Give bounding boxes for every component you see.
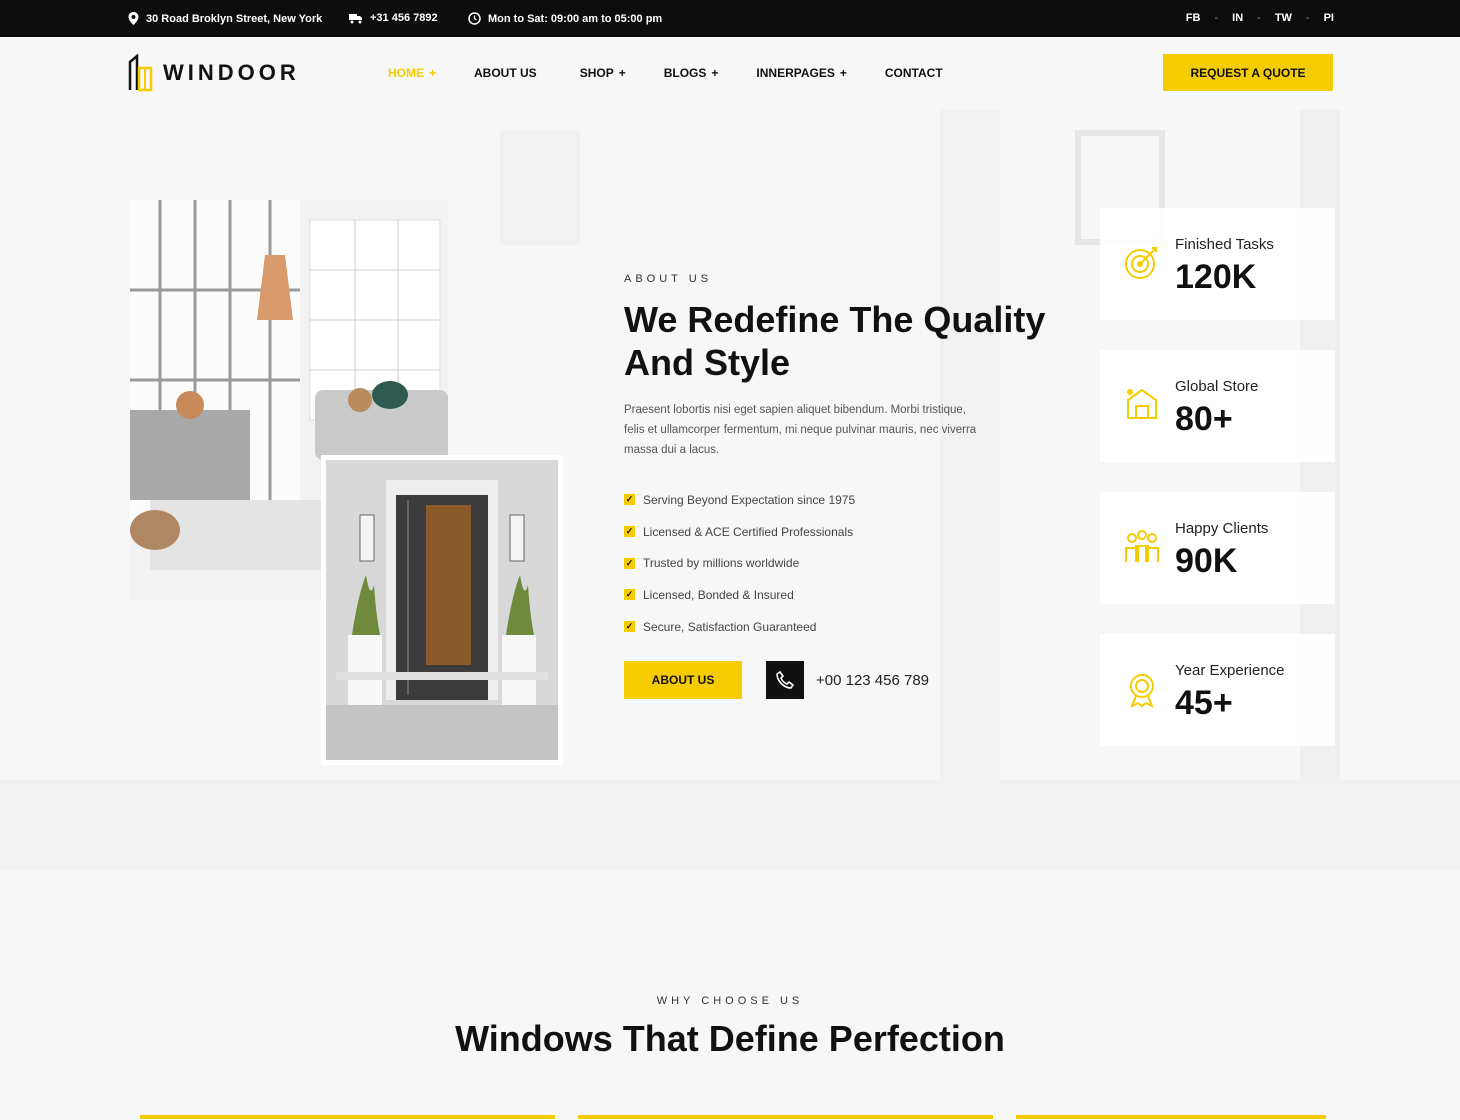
check-icon: ✓ — [624, 621, 635, 633]
check-icon: ✓ — [624, 494, 635, 506]
stat-card-global-store: Global Store 80+ — [1100, 350, 1335, 462]
stat-label: Global Store — [1175, 378, 1259, 395]
bg-decoration — [500, 130, 580, 245]
check-icon: ✓ — [624, 557, 635, 569]
main-nav: HOME + ABOUT US SHOP + BLOGS + INNERPAGES + … — [388, 66, 986, 80]
why-kicker: WHY CHOOSE US — [656, 995, 804, 1007]
social-in[interactable]: IN — [1232, 12, 1243, 24]
topbar-address-text: 30 Road Broklyn Street, New York — [146, 12, 323, 25]
nav-blogs[interactable]: BLOGS + — [664, 66, 719, 80]
site-header: WINDOOR HOME + ABOUT US SHOP + BLOGS + INNE… — [0, 37, 1460, 109]
location-pin-icon — [128, 12, 139, 25]
nav-home[interactable]: HOME + — [388, 66, 436, 80]
stat-card-finished-tasks: Finished Tasks 120K — [1100, 208, 1335, 320]
social-links: FB - IN - TW - PI — [1185, 12, 1334, 24]
phone-call-button[interactable] — [766, 661, 804, 699]
about-description: Praesent lobortis nisi eget sapien aliqu… — [624, 404, 977, 456]
topbar-hours-text: Mon to Sat: 09:00 am to 05:00 pm — [488, 12, 663, 25]
stat-value: 90K — [1175, 542, 1238, 580]
building-logo-icon — [128, 54, 153, 92]
list-item: ✓ Secure, Satisfaction Guaranteed — [624, 619, 817, 634]
nav-shop[interactable]: SHOP + — [580, 66, 626, 80]
award-icon — [1130, 674, 1154, 708]
topbar-hours: Mon to Sat: 09:00 am to 05:00 pm — [468, 12, 662, 25]
feature-card — [1016, 1115, 1326, 1120]
target-icon — [1125, 247, 1157, 279]
truck-icon — [349, 13, 362, 23]
stat-label: Happy Clients — [1175, 520, 1269, 537]
list-item: ✓ Serving Beyond Expectation since 1975 — [624, 492, 856, 507]
why-title: Windows That Define Perfection — [455, 1018, 1005, 1059]
nav-about-us[interactable]: ABOUT US — [474, 66, 542, 80]
logo[interactable]: WINDOOR — [127, 54, 300, 92]
clock-icon — [468, 12, 481, 25]
about-title: We Redefine The Quality And Style — [624, 299, 1046, 383]
social-pi[interactable]: PI — [1324, 12, 1334, 24]
feature-card — [140, 1115, 555, 1120]
feature-card — [578, 1115, 993, 1120]
logo-text: WINDOOR — [163, 60, 300, 85]
stat-label: Year Experience — [1175, 662, 1285, 679]
topbar-phone[interactable]: +31 456 7892 — [349, 12, 438, 24]
stat-card-happy-clients: Happy Clients 90K — [1100, 492, 1335, 604]
topbar-phone-text: +31 456 7892 — [370, 12, 438, 24]
phone-icon — [776, 670, 795, 689]
about-us-button[interactable]: ABOUT US — [624, 661, 742, 699]
topbar-address: 30 Road Broklyn Street, New York — [128, 12, 322, 25]
phone-number[interactable]: +00 123 456 789 — [816, 672, 929, 689]
bg-decoration — [940, 110, 1000, 870]
social-fb[interactable]: FB — [1186, 12, 1201, 24]
nav-innerpages[interactable]: INNERPAGES + — [756, 66, 846, 80]
list-item: ✓ Licensed & ACE Certified Professionals — [624, 524, 854, 539]
request-quote-button[interactable]: REQUEST A QUOTE — [1163, 54, 1333, 91]
stat-label: Finished Tasks — [1175, 236, 1274, 253]
nav-contact[interactable]: CONTACT — [885, 66, 948, 80]
list-item: ✓ Trusted by millions worldwide — [624, 556, 800, 571]
stat-value: 120K — [1175, 258, 1257, 296]
list-item: ✓ Licensed, Bonded & Insured — [624, 587, 794, 602]
stat-value: 80+ — [1175, 400, 1233, 438]
bg-floor — [0, 780, 1460, 870]
store-icon — [1127, 388, 1157, 419]
stat-value: 45+ — [1175, 684, 1233, 722]
stat-card-year-experience: Year Experience 45+ — [1100, 634, 1335, 746]
social-tw[interactable]: TW — [1275, 12, 1292, 24]
top-bar: 30 Road Broklyn Street, New York +31 456… — [0, 0, 1460, 37]
check-icon: ✓ — [624, 526, 635, 538]
about-kicker: ABOUT US — [624, 273, 713, 285]
check-icon: ✓ — [624, 589, 635, 601]
front-door-illustration — [326, 460, 558, 760]
front-door-image — [321, 455, 563, 765]
clients-icon — [1125, 530, 1159, 562]
feature-checklist: ✓ Serving Beyond Expectation since 1975 ✓… — [624, 484, 855, 642]
